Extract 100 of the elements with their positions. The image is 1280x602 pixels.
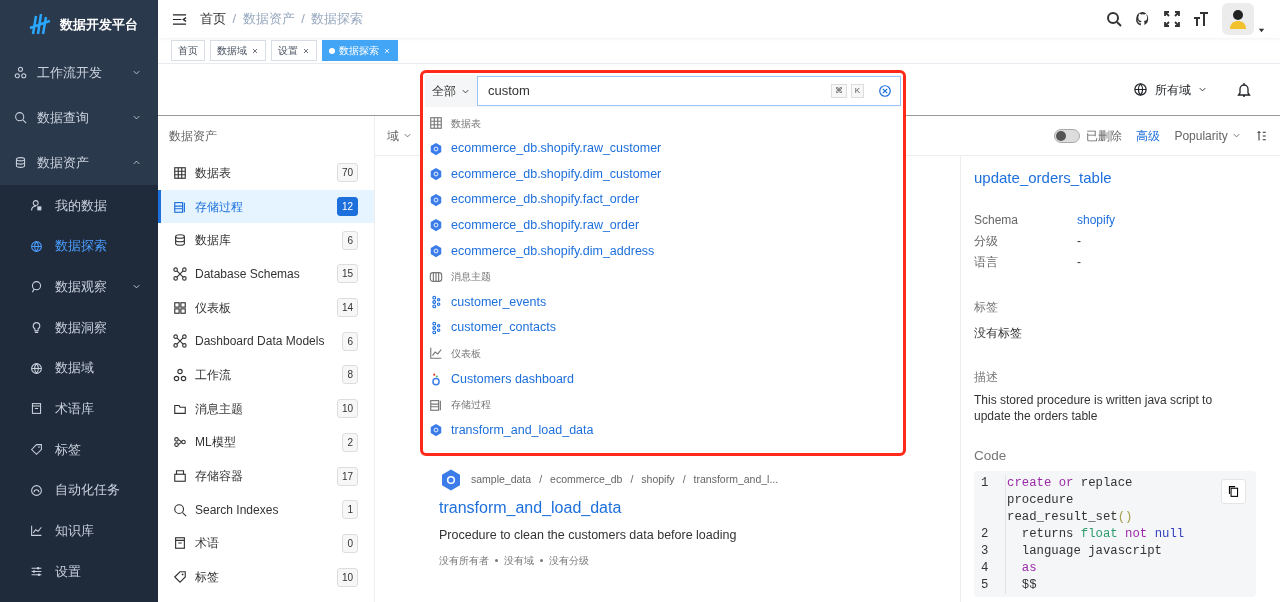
sidebar-subitem[interactable]: 标签 [0, 429, 158, 470]
asset-type-item[interactable]: 术语 0 [158, 526, 374, 561]
search-button[interactable] [1105, 11, 1122, 27]
section-label: 标签 [974, 299, 999, 316]
asset-type-item[interactable]: 存储容器 17 [158, 459, 374, 493]
user-avatar[interactable] [1221, 3, 1254, 35]
page-tab[interactable]: 数据域 [210, 40, 266, 61]
asset-type-item[interactable]: Dashboard Data Models 6 [158, 324, 374, 359]
asset-type-item[interactable]: Search Indexes 1 [158, 492, 374, 527]
asset-type-item[interactable]: 存储过程 12 [158, 189, 374, 224]
count-badge: 70 [336, 163, 358, 183]
group-heading: 仪表板 [451, 346, 481, 361]
group-heading: 数据表 [451, 116, 481, 131]
page-tab[interactable]: 设置 [271, 40, 317, 61]
suggestion-item[interactable]: ecommerce_db.shopify.raw_customer [425, 135, 901, 162]
asset-type-item[interactable]: ML模型 2 [158, 425, 374, 460]
asset-type-item[interactable]: 消息主题 10 [158, 391, 374, 426]
asset-type-item[interactable]: Database Schemas 15 [158, 257, 374, 291]
asset-type-item[interactable]: 数据库 6 [158, 223, 374, 258]
shortcut-key: ⌘ [830, 84, 847, 98]
search-icon [173, 502, 187, 517]
sort-order-button[interactable] [1256, 129, 1268, 142]
count-badge: 14 [336, 298, 358, 318]
hexagon-icon [429, 244, 443, 258]
sort-dropdown[interactable]: Popularity [1174, 126, 1242, 145]
field-label: 分级 [974, 232, 999, 250]
line-number: 1 [974, 474, 1006, 526]
sidebar-subitem[interactable]: 术语库 [0, 388, 158, 430]
sidebar-item[interactable]: 数据查询 [0, 95, 158, 140]
book-icon [30, 402, 43, 416]
topic-icon [429, 269, 443, 284]
font-size-button[interactable] [1192, 11, 1209, 27]
count-badge: 15 [336, 264, 358, 284]
procedure-icon [429, 397, 443, 412]
user-icon [30, 198, 43, 212]
suggestion-item[interactable]: transform_and_load_data [425, 417, 901, 443]
breadcrumb-link[interactable]: sample_data [471, 472, 532, 488]
result-description: Procedure to clean the customers data before loading [439, 527, 738, 544]
breadcrumb-link[interactable]: 首页 [200, 9, 226, 29]
sidebar-item[interactable]: 工作流开发 [0, 50, 158, 95]
line-number: 3 [974, 542, 1006, 560]
meta-text: 没有域 [504, 553, 534, 568]
notifications-button[interactable] [1236, 81, 1252, 98]
count-badge: 8 [342, 365, 358, 385]
breadcrumb-link[interactable]: ecommerce_db [550, 472, 623, 488]
globe-icon [30, 239, 43, 253]
group-heading: 存储过程 [451, 398, 491, 413]
github-button[interactable] [1134, 11, 1151, 27]
asset-type-item[interactable]: 仪表板 14 [158, 290, 374, 325]
breadcrumb-link[interactable]: shopify [641, 472, 675, 488]
sidebar-subitem[interactable]: 知识库 [0, 510, 158, 552]
domain-filter[interactable]: 域 [387, 126, 414, 145]
app-title: 数据开发平台 [60, 16, 138, 35]
hexagon-icon [439, 468, 463, 492]
suggestion-item[interactable]: Customers dashboard [425, 366, 901, 392]
count-badge: 6 [342, 230, 358, 250]
sidebar-subitem[interactable]: 数据域 [0, 347, 158, 389]
breadcrumb-link[interactable]: transform_and_l... [693, 472, 779, 488]
sidebar-subitem[interactable]: 自动化任务 [0, 469, 158, 511]
suggestion-item[interactable]: customer_events [425, 289, 901, 315]
result-title-link[interactable]: transform_and_load_data [439, 496, 960, 520]
toggle-switch[interactable] [1054, 128, 1081, 143]
gauge-icon [30, 483, 43, 497]
suggestion-item[interactable]: ecommerce_db.shopify.dim_customer [425, 161, 901, 188]
page-tab[interactable]: 首页 [171, 40, 205, 61]
meta-text: 没有分级 [549, 553, 589, 568]
scope-select[interactable]: 全部 [425, 82, 477, 100]
asset-type-item[interactable]: 数据表 70 [158, 156, 374, 190]
separator-dot [540, 558, 543, 562]
suggestion-item[interactable]: ecommerce_db.shopify.raw_order [425, 212, 901, 239]
suggestion-item[interactable]: ecommerce_db.shopify.fact_order [425, 187, 901, 213]
domain-dropdown[interactable]: 所有域 [1133, 80, 1208, 99]
sidebar-subitem[interactable]: 我的数据 [0, 185, 158, 226]
asset-type-item[interactable]: 工作流 8 [158, 358, 374, 392]
search-field[interactable]: custom ⌘ K [477, 76, 901, 106]
dashboard-icon [173, 300, 187, 315]
sidebar-subitem[interactable]: 数据洞察 [0, 307, 158, 348]
suggestion-item[interactable]: customer_contacts [425, 315, 901, 341]
count-badge: 0 [342, 533, 358, 553]
sidebar-item[interactable]: 数据资产 [0, 140, 158, 185]
fullscreen-button[interactable] [1163, 11, 1180, 27]
fullscreen-icon [1163, 11, 1180, 27]
table-icon [429, 116, 443, 131]
lightbulb-icon [30, 320, 43, 334]
hexagon-icon [429, 423, 443, 438]
copy-button[interactable] [1221, 479, 1246, 505]
sidebar-subitem[interactable]: 数据观察 [0, 266, 158, 308]
field-value: - [1077, 253, 1081, 271]
advanced-link[interactable]: 高级 [1136, 126, 1161, 145]
code-line: create or replace procedure read_result_set() [1006, 474, 1134, 526]
field-label: 语言 [974, 253, 999, 271]
globe-icon [30, 361, 43, 375]
suggestion-item[interactable]: ecommerce_db.shopify.dim_address [425, 238, 901, 264]
table-icon [173, 165, 187, 180]
count-badge: 17 [336, 466, 358, 486]
sidebar-subitem[interactable]: 设置 [0, 551, 158, 592]
sidebar-subitem[interactable]: 数据探索 [0, 225, 158, 267]
asset-type-item[interactable]: 标签 10 [158, 560, 374, 594]
field-value-link[interactable]: shopify [1077, 210, 1116, 229]
sliders-icon [30, 565, 43, 579]
